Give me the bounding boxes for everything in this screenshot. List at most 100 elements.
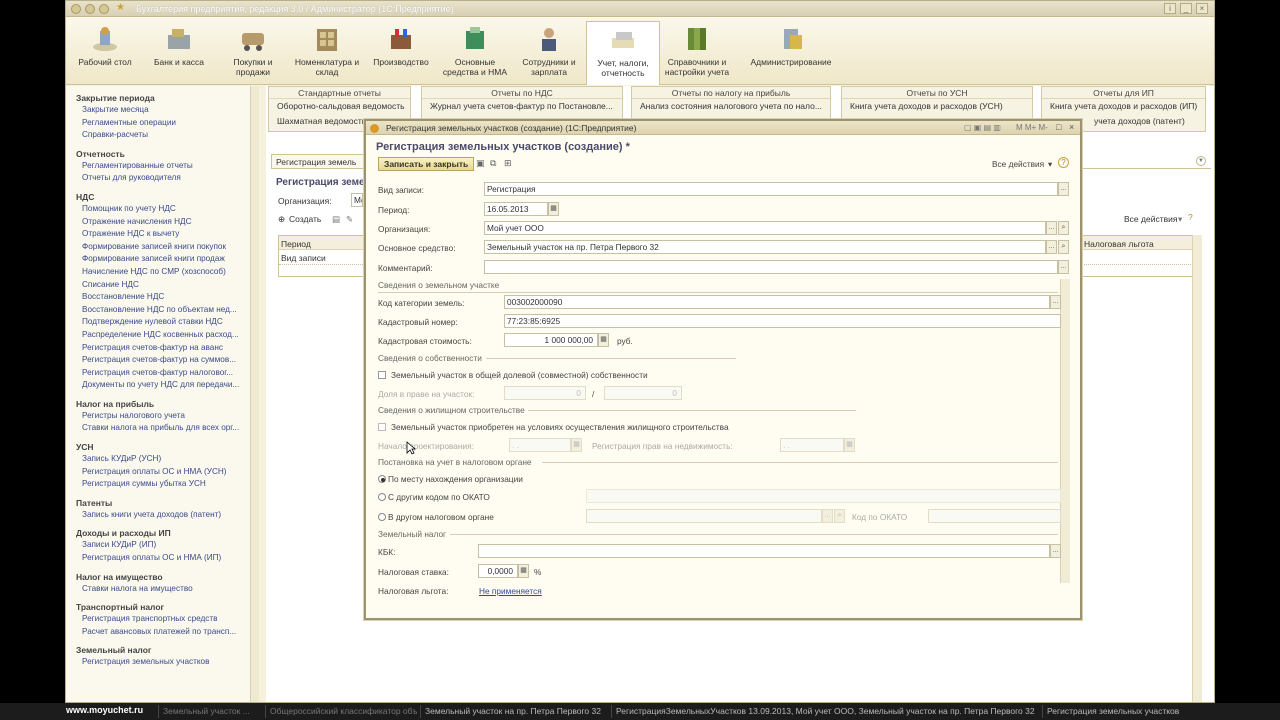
dialog-minimize-button[interactable]: □	[1056, 122, 1061, 132]
section-production[interactable]: Производство	[364, 21, 438, 81]
sidebar-link[interactable]: Закрытие месяца	[82, 104, 250, 117]
copy-icon[interactable]: ▤	[332, 214, 340, 225]
sidebar-link[interactable]: Восстановление НДС	[82, 291, 250, 304]
tab-land-registration[interactable]: Регистрация земель	[271, 154, 369, 168]
memory-icons[interactable]: M M+ M-	[1016, 123, 1048, 132]
cadastral-number-field[interactable]: 77:23:85:6925	[504, 314, 1061, 328]
cadastral-cost-field[interactable]: 1 000 000,00	[504, 333, 598, 347]
ellipsis-icon[interactable]: …	[1046, 221, 1057, 235]
calendar-icon[interactable]: ▦	[548, 202, 559, 216]
all-actions-menu[interactable]: Все действия	[992, 159, 1044, 169]
back-circle-icon[interactable]	[85, 4, 95, 14]
section-desktop[interactable]: Рабочий стол	[68, 21, 142, 81]
sidebar-link[interactable]: Помощник по учету НДС	[82, 203, 250, 216]
section-accounting[interactable]: Учет, налоги, отчетность	[586, 21, 660, 85]
ellipsis-icon[interactable]: …	[1050, 295, 1061, 309]
radio-other-tax-office[interactable]	[378, 513, 386, 521]
section-bank[interactable]: Банк и касса	[142, 21, 216, 81]
help-icon[interactable]: ?	[1058, 157, 1069, 168]
column-tax-benefit[interactable]: Налоговая льгота	[1084, 239, 1154, 249]
task-item[interactable]: Общероссийский классификатор объектов ..…	[265, 705, 417, 718]
task-item[interactable]: Регистрация земельных участков	[1042, 705, 1202, 718]
sidebar-link[interactable]: Формирование записей книги продаж	[82, 253, 250, 266]
period-field[interactable]: 16.05.2013	[484, 202, 548, 216]
section-administration[interactable]: Администрирование	[748, 21, 834, 81]
housing-checkbox[interactable]	[378, 423, 386, 431]
window-tools-icon[interactable]: ▢ ▣ ▤ ▥	[964, 123, 1001, 132]
tax-rate-field[interactable]: 0,0000	[478, 564, 518, 578]
sidebar-link[interactable]: Отчеты для руководителя	[82, 172, 250, 185]
help-icon[interactable]: ?	[1188, 212, 1193, 222]
dialog-scrollbar[interactable]	[1060, 279, 1070, 583]
sidebar-link[interactable]: Документы по учету НДС для передачи...	[82, 379, 250, 392]
sidebar-scrollbar[interactable]	[250, 86, 259, 702]
section-purchases[interactable]: Покупки и продажи	[216, 21, 290, 81]
sidebar-link[interactable]: Регистрация счетов-фактур на аванс	[82, 342, 250, 355]
sidebar-link[interactable]: Регламентные операции	[82, 117, 250, 130]
sidebar-link[interactable]: Отражение НДС к вычету	[82, 228, 250, 241]
search-icon[interactable]: ⌕	[1058, 221, 1069, 235]
sidebar-link[interactable]: Записи КУДиР (ИП)	[82, 539, 250, 552]
task-item[interactable]: РегистрацияЗемельныхУчастков 13.09.2013,…	[611, 705, 1039, 718]
sidebar-link[interactable]: Справки-расчеты	[82, 129, 250, 142]
search-icon[interactable]: ⌕	[834, 509, 845, 523]
search-icon[interactable]: ⌕	[1058, 240, 1069, 254]
report-link[interactable]: Анализ состояния налогового учета по нал…	[640, 99, 830, 114]
sidebar-link[interactable]: Запись КУДиР (УСН)	[82, 453, 250, 466]
sidebar-link[interactable]: Подтверждение нулевой ставки НДС	[82, 316, 250, 329]
sidebar-link[interactable]: Списание НДС	[82, 279, 250, 292]
calendar-icon[interactable]: ▦	[571, 438, 582, 452]
save-and-close-button[interactable]: Записать и закрыть	[378, 157, 475, 171]
fixed-asset-field[interactable]: Земельный участок на пр. Петра Первого 3…	[484, 240, 1046, 254]
sidebar-link[interactable]: Распределение НДС косвенных расход...	[82, 329, 250, 342]
calculator-icon[interactable]: ▦	[518, 564, 529, 578]
list-org-field[interactable]: Мо	[351, 193, 363, 207]
menu-circle-icon[interactable]	[71, 4, 81, 14]
ellipsis-icon[interactable]: …	[822, 509, 833, 523]
ellipsis-icon[interactable]: …	[1058, 260, 1069, 274]
other-okato-field[interactable]	[586, 489, 1061, 503]
post-icon[interactable]: ⧉	[490, 158, 496, 169]
shared-ownership-checkbox[interactable]	[378, 371, 386, 379]
sidebar-link[interactable]: Регистрация оплаты ОС и НМА (УСН)	[82, 466, 250, 479]
property-rights-field[interactable]: . .	[780, 438, 844, 452]
sidebar-link[interactable]: Регистрация земельных участков	[82, 656, 250, 669]
create-button[interactable]: ⊕ Создать	[278, 213, 328, 226]
ellipsis-icon[interactable]: …	[1046, 240, 1057, 254]
calculator-icon[interactable]: ▦	[598, 333, 609, 347]
okato-code-field[interactable]	[928, 509, 1061, 523]
column-period[interactable]: Период	[281, 239, 311, 249]
sidebar-link[interactable]: Формирование записей книги покупок	[82, 241, 250, 254]
structure-icon[interactable]: ⊞	[504, 158, 512, 169]
favorite-star-icon[interactable]: ★	[116, 2, 125, 13]
radio-other-okato[interactable]	[378, 493, 386, 501]
list-all-actions[interactable]: Все действия	[1124, 214, 1177, 224]
sidebar-link[interactable]: Ставки налога на имущество	[82, 583, 250, 596]
sidebar-link[interactable]: Регистрация транспортных средств	[82, 613, 250, 626]
sidebar-link[interactable]: Регистры налогового учета	[82, 410, 250, 423]
kbk-field[interactable]	[478, 544, 1050, 558]
task-item[interactable]: Земельный участок ...	[158, 705, 262, 718]
sidebar-link[interactable]: Запись книги учета доходов (патент)	[82, 509, 250, 522]
chevron-down-icon[interactable]: ▼	[1196, 156, 1206, 166]
sidebar-link[interactable]: Начисление НДС по СМР (хозспособ)	[82, 266, 250, 279]
design-start-field[interactable]: . .	[509, 438, 571, 452]
report-link[interactable]: Оборотно-сальдовая ведомость	[277, 99, 410, 114]
sidebar-link[interactable]: Регистрация счетов-фактур налоговог...	[82, 367, 250, 380]
task-item[interactable]: Земельный участок на пр. Петра Первого 3…	[420, 705, 608, 718]
sidebar-link[interactable]: Отражение начисления НДС	[82, 216, 250, 229]
column-kind[interactable]: Вид записи	[281, 253, 326, 263]
report-link[interactable]: Книга учета доходов и расходов (ИП)	[1050, 99, 1205, 114]
ellipsis-icon[interactable]: …	[1058, 182, 1069, 196]
sidebar-link[interactable]: Регистрация суммы убытка УСН	[82, 478, 250, 491]
comment-field[interactable]	[484, 260, 1058, 274]
section-references[interactable]: Справочники и настройки учета	[660, 21, 734, 81]
sidebar-link[interactable]: Регистрация оплаты ОС и НМА (ИП)	[82, 552, 250, 565]
list-scrollbar[interactable]	[1192, 235, 1202, 702]
share-denominator-field[interactable]: 0	[604, 386, 682, 400]
sidebar-link[interactable]: Регламентированные отчеты	[82, 160, 250, 173]
kind-field[interactable]: Регистрация	[484, 182, 1058, 196]
section-warehouse[interactable]: Номенклатура и склад	[290, 21, 364, 81]
calendar-icon[interactable]: ▦	[844, 438, 855, 452]
tax-benefit-link[interactable]: Не применяется	[479, 586, 542, 596]
